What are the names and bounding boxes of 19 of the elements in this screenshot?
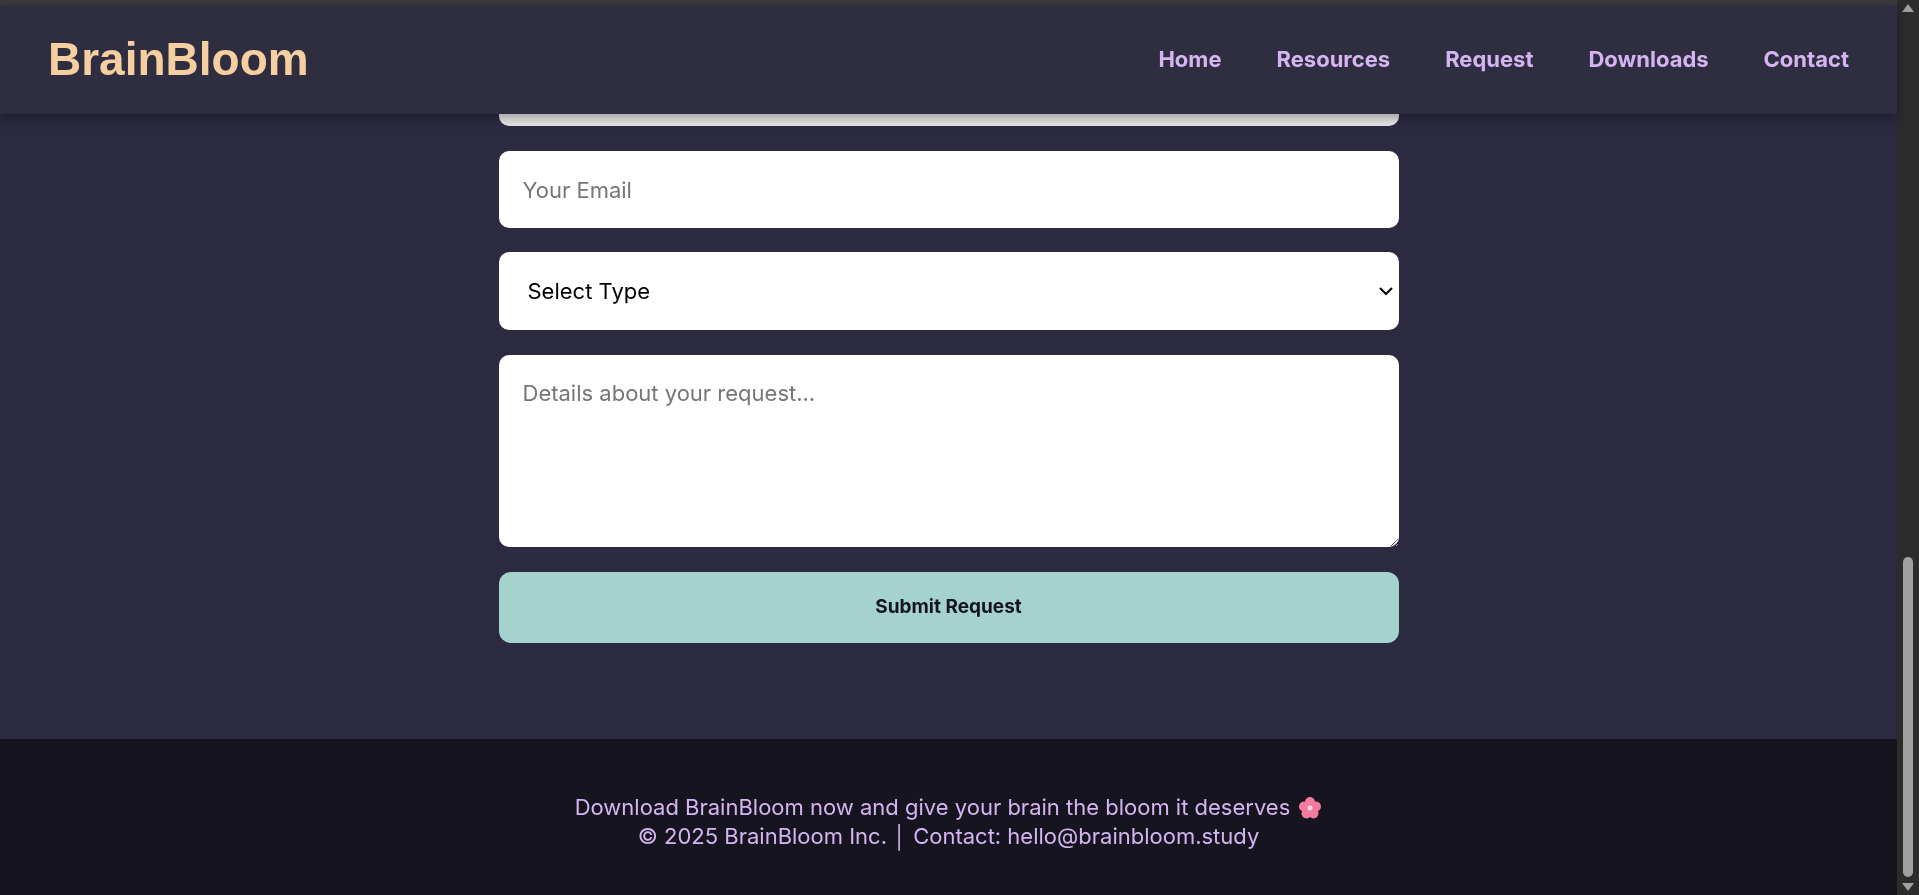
brand-logo[interactable]: BrainBloom [48, 25, 309, 94]
nav-link[interactable]: Resources [1276, 43, 1391, 76]
nav-link[interactable]: Downloads [1588, 43, 1709, 76]
nav-link[interactable]: Contact [1763, 43, 1849, 76]
scrollbar-thumb[interactable] [1903, 557, 1913, 877]
type-select[interactable]: Select Type [498, 252, 1399, 330]
email-field[interactable]: Your Email [498, 151, 1399, 228]
details-field[interactable]: Details about your request... [498, 355, 1399, 547]
chevron-down-icon [1378, 286, 1393, 296]
scrollbar[interactable] [1897, 0, 1919, 895]
nav-link[interactable]: Request [1445, 43, 1534, 76]
footer-copyright: © 2025 BrainBloom Inc. │ Contact: hello@brainbloom.study [637, 822, 1260, 851]
footer-tagline: Download BrainBloom now and give your brain the bloom it deserves [574, 793, 1291, 822]
scroll-up-arrow-icon[interactable] [1902, 4, 1914, 12]
nav-link[interactable]: Home [1158, 43, 1222, 76]
scroll-down-arrow-icon[interactable] [1902, 883, 1914, 891]
flower-icon [1298, 795, 1323, 820]
input-field[interactable] [498, 114, 1399, 126]
submit-request-button[interactable]: Submit Request [498, 572, 1399, 643]
